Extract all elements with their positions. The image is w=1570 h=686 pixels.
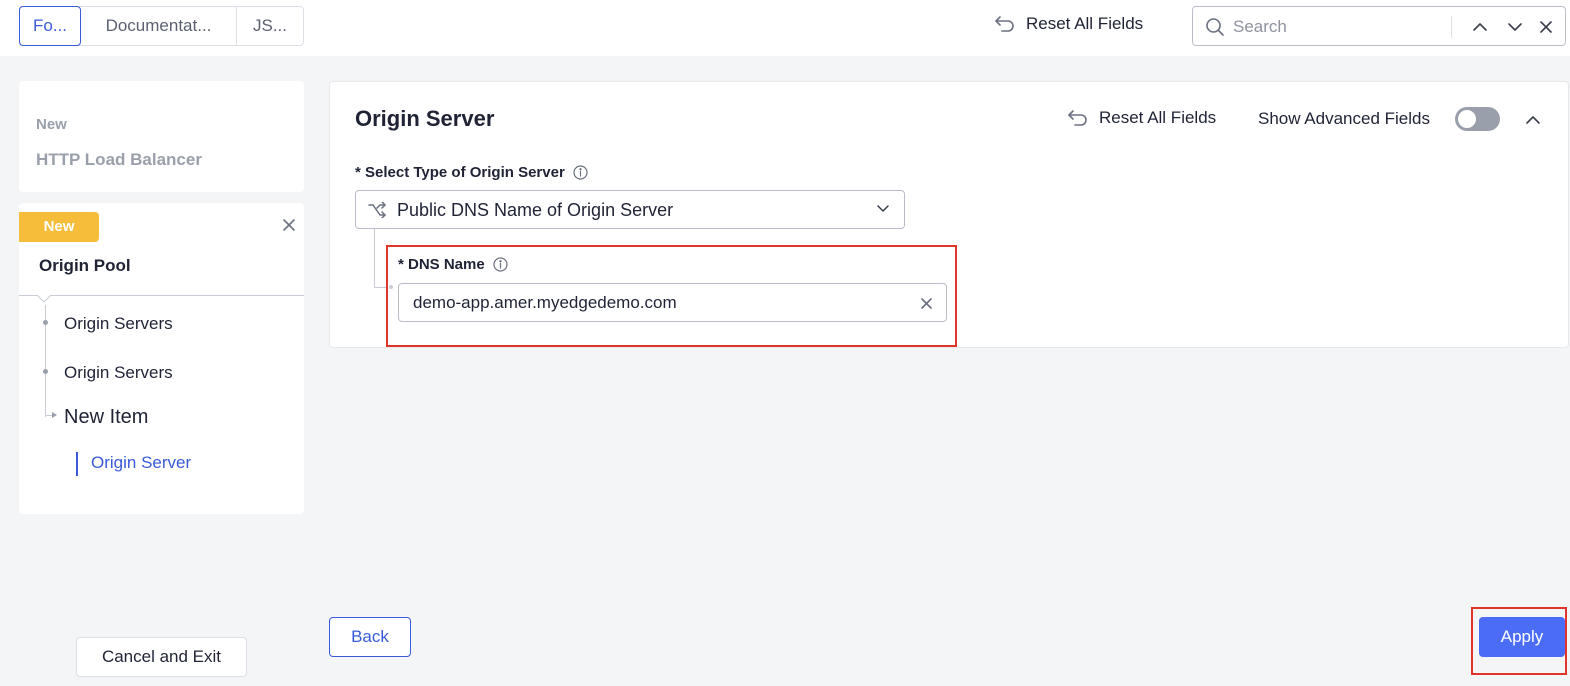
sidebar-item-origin-server[interactable]: Origin Server [91,453,191,473]
cancel-and-exit-button[interactable]: Cancel and Exit [76,637,247,677]
info-icon[interactable] [573,165,588,180]
parent-title: HTTP Load Balancer [36,150,202,169]
search-bar [1192,6,1566,46]
view-tabs: Fo... Documentat... JS... [19,6,304,46]
toggle-knob [1458,110,1476,128]
reset-icon [1068,110,1087,126]
nest-elbow [374,287,388,288]
active-indicator [76,452,78,476]
panel-reset-all-fields-button[interactable]: Reset All Fields [1067,108,1216,128]
search-input[interactable] [1233,15,1433,39]
clear-dns-button[interactable] [919,296,933,310]
chevron-down-icon [877,205,889,212]
dns-name-label-text: * DNS Name [398,256,485,273]
origin-pool-title: Origin Pool [39,256,131,275]
origin-type-select[interactable]: Public DNS Name of Origin Server [355,190,905,229]
collapse-panel-button[interactable] [1523,112,1543,128]
route-icon [368,202,386,218]
sidebar-item-new-item[interactable]: New Item [64,406,148,429]
back-button[interactable]: Back [329,617,411,657]
divider [19,295,304,296]
sidebar-item-origin-servers[interactable]: Origin Servers [64,314,173,334]
nest-line [374,229,375,287]
search-divider [1451,16,1452,38]
close-icon [1540,21,1552,33]
sidebar-item-origin-servers-2[interactable]: Origin Servers [64,363,173,383]
tab-form[interactable]: Fo... [19,6,81,46]
top-reset-label: Reset All Fields [1026,14,1144,33]
top-reset-all-fields-button[interactable]: Reset All Fields [994,14,1143,34]
parent-object-card[interactable]: New HTTP Load Balancer [19,81,304,192]
dns-name-field-label: * DNS Name [398,256,508,273]
dns-name-input[interactable] [413,291,893,315]
tree-dot [43,369,48,374]
search-next-button[interactable] [1503,15,1527,39]
panel-reset-label: Reset All Fields [1099,108,1217,127]
nest-dot [389,285,393,289]
tab-json[interactable]: JS... [237,7,303,45]
top-bar: Fo... Documentat... JS... Reset All Fiel… [0,0,1570,56]
tree-dot [43,320,48,325]
info-icon[interactable] [493,257,508,272]
origin-pool-card: New Origin Pool Origin Servers Origin Se… [19,203,304,514]
tree-arrow-icon [52,412,57,418]
apply-button[interactable]: Apply [1479,617,1565,657]
new-badge: New [19,212,99,242]
search-prev-button[interactable] [1468,15,1492,39]
panel-title: Origin Server [355,106,495,131]
reset-icon [995,16,1014,32]
search-close-button[interactable] [1534,15,1558,39]
origin-server-panel: Origin Server Reset All Fields Show Adva… [329,81,1569,348]
search-icon [1206,18,1224,36]
origin-type-field-label: * Select Type of Origin Server [355,164,588,181]
chevron-up-icon [1473,23,1487,31]
caret-down-icon [37,295,51,303]
tab-documentation[interactable]: Documentat... [81,7,237,45]
chevron-down-icon [1508,23,1522,31]
close-origin-pool-button[interactable] [281,217,297,233]
parent-badge: New [36,116,67,133]
close-icon [920,297,932,309]
close-icon [283,219,295,231]
show-advanced-fields-label: Show Advanced Fields [1258,109,1430,128]
chevron-up-icon [1526,116,1540,124]
origin-type-label-text: * Select Type of Origin Server [355,164,565,181]
origin-type-selected-value: Public DNS Name of Origin Server [397,200,674,220]
show-advanced-fields-toggle[interactable] [1455,107,1500,131]
dns-name-field [398,283,947,322]
